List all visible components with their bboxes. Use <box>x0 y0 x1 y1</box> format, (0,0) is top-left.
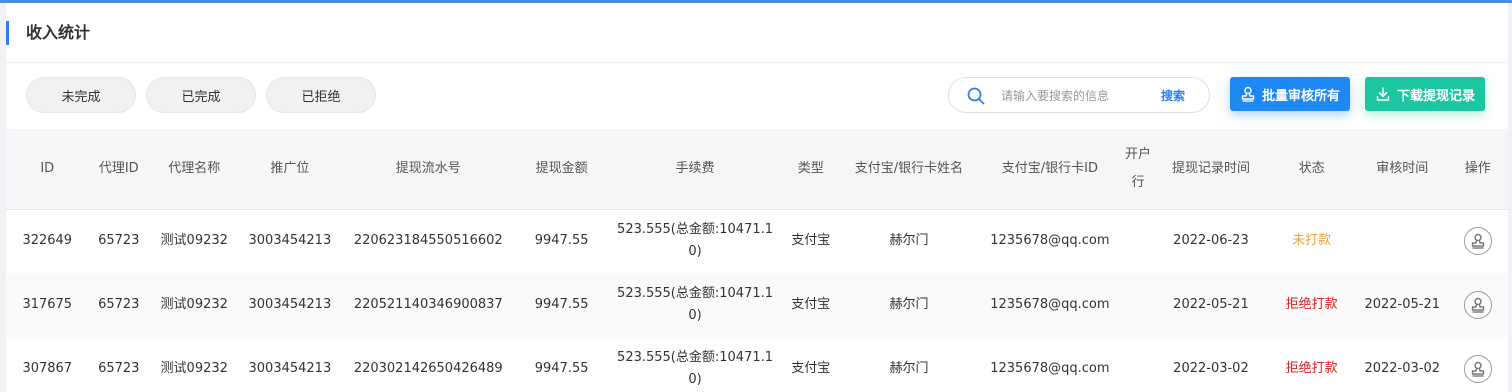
cell-action <box>1448 337 1508 392</box>
search-input[interactable] <box>999 85 1143 107</box>
cell-time: 2022-05-21 <box>1173 297 1249 312</box>
cell-promo: 3003454213 <box>248 233 332 249</box>
stamp-icon <box>1241 86 1255 102</box>
cell-id: 317675 <box>22 297 73 312</box>
cell-serial: 220521140346900837 <box>353 297 503 312</box>
col-header-amount: 提现金额 <box>516 129 607 210</box>
cell-amount: 9947.55 <box>534 233 589 249</box>
audit-stamp-button[interactable] <box>1463 291 1492 319</box>
page-title: 收入统计 <box>26 23 91 42</box>
cell-status: 拒绝打款 <box>1285 297 1338 312</box>
cell-agent-id: 65723 <box>98 361 140 376</box>
filter-tab-completed[interactable]: 已完成 <box>146 77 256 113</box>
col-header-time: 提现记录时间 <box>1155 129 1267 210</box>
col-header-fee: 手续费 <box>606 129 784 210</box>
cell-fee: 523.555(总金额:10471.10) <box>617 350 774 387</box>
cell-account-name: 赫尔门 <box>889 361 929 376</box>
col-header-bank: 开户行 <box>1120 129 1156 210</box>
cell-fee: 523.555(总金额:10471.10) <box>617 222 774 260</box>
col-header-serial: 提现流水号 <box>340 129 517 210</box>
audit-stamp-button[interactable] <box>1463 227 1492 256</box>
cell-account-id: 1235678@qq.com <box>990 361 1110 376</box>
cell-fee: 523.555(总金额:10471.10) <box>617 286 774 323</box>
cell-account-id: 1235678@qq.com <box>990 233 1110 249</box>
filter-tab-rejected[interactable]: 已拒绝 <box>266 77 376 113</box>
table-row: 307867 65723 测试09232 3003454213 22030214… <box>6 337 1508 392</box>
panel-header: 收入统计 <box>6 3 1508 63</box>
cell-type: 支付宝 <box>791 297 831 312</box>
title-accent-bar <box>6 21 9 45</box>
cell-bank <box>1120 209 1155 273</box>
cell-time: 2022-06-23 <box>1173 233 1249 249</box>
cell-bank <box>1120 273 1155 337</box>
search-button[interactable]: 搜索 <box>1161 87 1185 104</box>
col-header-action: 操作 <box>1447 129 1508 210</box>
cell-audit-time: 2022-05-21 <box>1364 297 1440 312</box>
stamp-icon <box>1471 297 1484 313</box>
stamp-icon <box>1471 234 1484 249</box>
cell-amount: 9947.55 <box>534 297 589 312</box>
col-header-promo: 推广位 <box>239 129 341 210</box>
col-header-status: 状态 <box>1266 129 1357 210</box>
cell-bank <box>1120 337 1155 392</box>
cell-account-id: 1235678@qq.com <box>990 297 1110 312</box>
filter-tab-incomplete[interactable]: 未完成 <box>26 77 136 113</box>
cell-promo: 3003454213 <box>248 297 332 312</box>
cell-agent-name: 测试09232 <box>160 297 228 312</box>
cell-agent-id: 65723 <box>98 233 140 249</box>
cell-status: 拒绝打款 <box>1285 361 1338 376</box>
col-header-account-id: 支付宝/银行卡ID <box>979 129 1121 210</box>
cell-audit-time <box>1357 209 1448 273</box>
cell-serial: 220623184550516602 <box>353 233 503 249</box>
search-icon <box>967 87 985 105</box>
col-header-type: 类型 <box>783 129 839 210</box>
cell-serial: 220302142650426489 <box>353 361 503 376</box>
download-icon <box>1376 87 1390 101</box>
cell-status: 未打款 <box>1292 233 1332 249</box>
cell-audit-time: 2022-03-02 <box>1364 361 1440 376</box>
batch-audit-all-label: 批量审核所有 <box>1261 88 1340 104</box>
col-header-agent-id: 代理ID <box>88 129 149 210</box>
download-records-label: 下载提现记录 <box>1396 88 1475 104</box>
table-row: 317675 65723 测试09232 3003454213 22052114… <box>6 273 1508 337</box>
cell-action <box>1448 273 1508 337</box>
table-header-row: ID 代理ID 代理名称 推广位 提现流水号 提现金额 手续费 类型 支付宝/银… <box>6 129 1508 210</box>
download-records-button[interactable]: 下载提现记录 <box>1365 77 1485 111</box>
col-header-audit-time: 审核时间 <box>1356 129 1448 210</box>
stamp-icon <box>1471 361 1484 377</box>
col-header-agent-name: 代理名称 <box>148 129 240 210</box>
cell-action <box>1448 209 1508 273</box>
cell-id: 322649 <box>22 233 73 249</box>
col-header-account-name: 支付宝/银行卡姓名 <box>838 129 980 210</box>
cell-account-name: 赫尔门 <box>889 233 929 249</box>
table-row: 322649 65723 测试09232 3003454213 22062318… <box>6 209 1508 273</box>
cell-type: 支付宝 <box>791 233 831 249</box>
cell-type: 支付宝 <box>791 361 831 376</box>
cell-agent-name: 测试09232 <box>160 361 228 376</box>
cell-promo: 3003454213 <box>248 361 332 376</box>
cell-agent-id: 65723 <box>98 297 140 312</box>
audit-stamp-button[interactable] <box>1463 355 1492 383</box>
cell-id: 307867 <box>22 361 73 376</box>
withdrawal-table: ID 代理ID 代理名称 推广位 提现流水号 提现金额 手续费 类型 支付宝/银… <box>6 129 1508 392</box>
cell-account-name: 赫尔门 <box>889 297 929 312</box>
cell-agent-name: 测试09232 <box>160 233 228 249</box>
col-header-id: ID <box>6 129 89 210</box>
search-box: 搜索 <box>948 77 1210 113</box>
cell-time: 2022-03-02 <box>1173 361 1249 376</box>
income-stats-panel: 收入统计 未完成 已完成 已拒绝 搜索 批量审核所有 下载提现记录 <box>6 3 1508 392</box>
cell-amount: 9947.55 <box>534 361 589 376</box>
batch-audit-all-button[interactable]: 批量审核所有 <box>1230 77 1350 111</box>
